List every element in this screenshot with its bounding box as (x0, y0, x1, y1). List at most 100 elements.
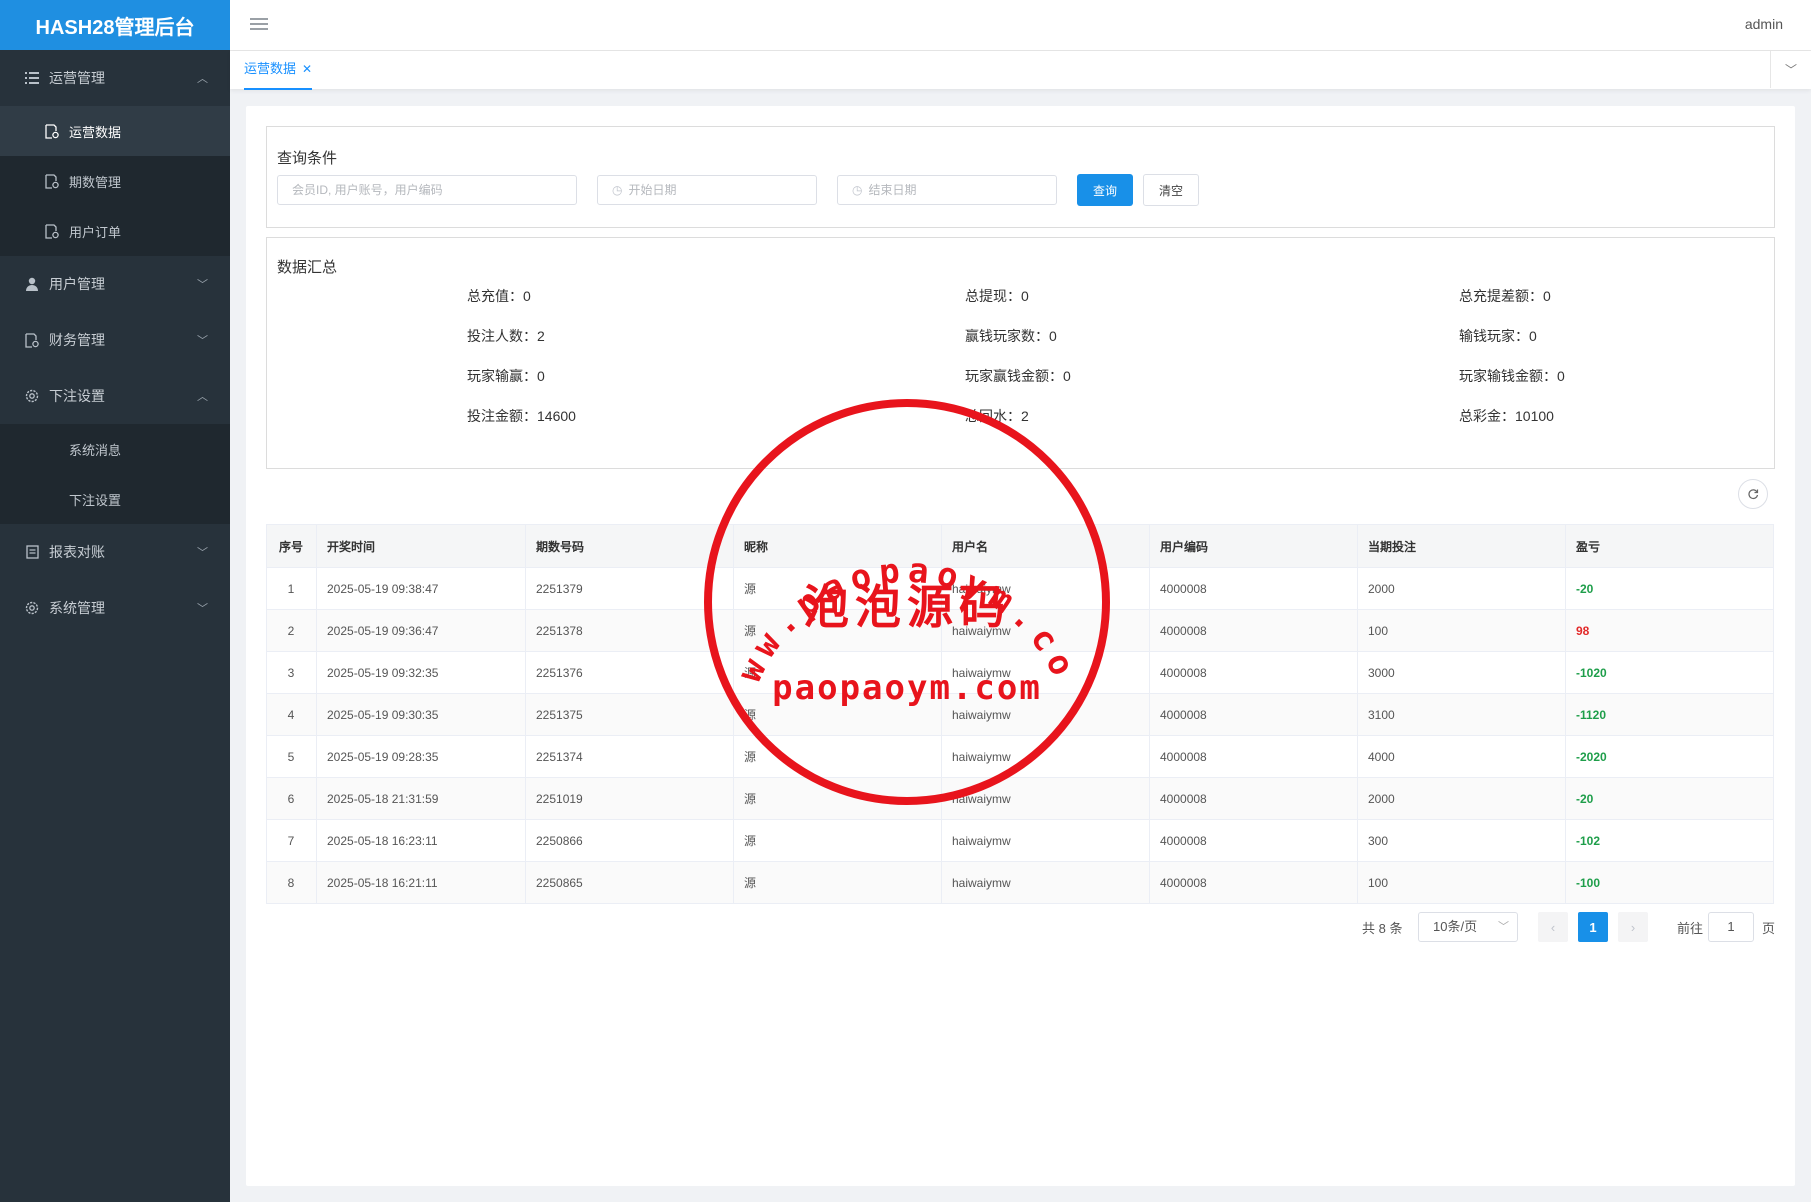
table-row[interactable]: 5 2025-05-19 09:28:35 2251374 源 haiwaiymw 400… (266, 735, 1774, 778)
col-header-profit-loss[interactable]: 盈亏 (1565, 524, 1774, 568)
cell-username: haiwaiymw (941, 777, 1150, 820)
cell-bet: 2000 (1357, 567, 1566, 610)
cell-profit-loss: -102 (1565, 819, 1774, 862)
cell-period: 2251379 (525, 567, 734, 610)
chevron-down-icon: ﹀ (197, 335, 208, 347)
search-button[interactable]: 查询 (1077, 174, 1133, 206)
col-header-draw-time[interactable]: 开奖时间 (316, 524, 526, 568)
cell-index: 8 (266, 861, 317, 904)
chevron-down-icon[interactable]: ﹀ (1770, 51, 1811, 88)
menu-head-finance[interactable]: 财务管理 ﹀ (0, 312, 230, 368)
menu-label: 系统管理 (49, 600, 105, 616)
page-size-value: 10条/页 (1433, 919, 1478, 934)
stat-total-withdraw: 总提现：0 (965, 288, 1029, 304)
main-content: 查询条件 会员ID, 用户账号，用户编码 ◷ 开始日期 ◷ 结束日期 查询 清空 数… (246, 106, 1795, 1186)
menu-group-operations: 运营管理 ︿ 运营数据 期数管理 用户订单 (0, 50, 230, 256)
member-search-input[interactable]: 会员ID, 用户账号，用户编码 (277, 175, 577, 205)
start-date-input[interactable]: ◷ 开始日期 (597, 175, 817, 205)
col-header-bet[interactable]: 当期投注 (1357, 524, 1566, 568)
app-logo[interactable]: HASH28管理后台 (0, 0, 230, 50)
chevron-up-icon: ︿ (197, 391, 208, 403)
next-page-button[interactable]: › (1618, 912, 1648, 942)
table-row[interactable]: 7 2025-05-18 16:23:11 2250866 源 haiwaiymw 400… (266, 819, 1774, 862)
cell-draw-time: 2025-05-19 09:28:35 (316, 735, 526, 778)
cell-user-code: 4000008 (1149, 693, 1358, 736)
menu-head-reports[interactable]: 报表对账 ﹀ (0, 524, 230, 580)
cell-period: 2250866 (525, 819, 734, 862)
page-number-button[interactable]: 1 (1578, 912, 1608, 942)
cell-draw-time: 2025-05-19 09:38:47 (316, 567, 526, 610)
cell-username: haiwaiymw (941, 651, 1150, 694)
page-size-select[interactable]: 10条/页 ﹀ (1418, 912, 1518, 942)
goto-page-input[interactable]: 1 (1708, 912, 1754, 942)
end-date-input[interactable]: ◷ 结束日期 (837, 175, 1057, 205)
table-row[interactable]: 2 2025-05-19 09:36:47 2251378 源 haiwaiymw 400… (266, 609, 1774, 652)
cell-username: haiwaiymw (941, 735, 1150, 778)
table-row[interactable]: 3 2025-05-19 09:32:35 2251376 源 haiwaiymw 400… (266, 651, 1774, 694)
cell-draw-time: 2025-05-19 09:30:35 (316, 693, 526, 736)
sidebar-item-bet-settings[interactable]: 下注设置 (0, 474, 230, 524)
cell-username: haiwaiymw (941, 609, 1150, 652)
menu-group-bet-settings: 下注设置 ︿ 系统消息 下注设置 (0, 368, 230, 524)
sidebar-item-operations-data[interactable]: 运营数据 (0, 106, 230, 156)
cell-nickname: 源 (733, 777, 942, 820)
stat-player-loss-amount: 玩家输钱金额：0 (1459, 368, 1565, 384)
chevron-down-icon: ﹀ (197, 603, 208, 615)
hamburger-menu-icon[interactable] (250, 15, 268, 33)
cell-nickname: 源 (733, 609, 942, 652)
cell-profit-loss: 98 (1565, 609, 1774, 652)
menu-head-user-management[interactable]: 用户管理 ﹀ (0, 256, 230, 312)
cell-period: 2251376 (525, 651, 734, 694)
table-row[interactable]: 1 2025-05-19 09:38:47 2251379 源 haiwaiymw 400… (266, 567, 1774, 610)
cell-bet: 300 (1357, 819, 1566, 862)
sidebar: HASH28管理后台 运营管理 ︿ 运营数据 期数管理 用户订单 用户管理 ﹀ … (0, 0, 230, 1202)
gear-icon (24, 388, 40, 404)
cell-period: 2251375 (525, 693, 734, 736)
cell-user-code: 4000008 (1149, 777, 1358, 820)
close-icon[interactable]: ✕ (302, 62, 312, 76)
report-icon (24, 544, 40, 560)
cell-profit-loss: -1020 (1565, 651, 1774, 694)
col-header-username[interactable]: 用户名 (941, 524, 1150, 568)
top-bar: admin (230, 0, 1811, 51)
cell-period: 2251378 (525, 609, 734, 652)
sidebar-item-system-messages[interactable]: 系统消息 (0, 424, 230, 474)
col-header-nickname[interactable]: 昵称 (733, 524, 942, 568)
refresh-icon[interactable] (1738, 479, 1768, 509)
stat-recharge-withdraw-diff: 总充提差额：0 (1459, 288, 1551, 304)
cell-draw-time: 2025-05-18 16:21:11 (316, 861, 526, 904)
cell-bet: 3000 (1357, 651, 1566, 694)
cell-index: 5 (266, 735, 317, 778)
query-panel: 查询条件 会员ID, 用户账号，用户编码 ◷ 开始日期 ◷ 结束日期 查询 清空 (266, 126, 1775, 228)
clock-icon: ◷ (852, 183, 863, 197)
menu-head-system[interactable]: 系统管理 ﹀ (0, 580, 230, 636)
cell-period: 2251374 (525, 735, 734, 778)
menu-head-bet-settings[interactable]: 下注设置 ︿ (0, 368, 230, 424)
cell-index: 6 (266, 777, 317, 820)
cell-draw-time: 2025-05-18 21:31:59 (316, 777, 526, 820)
table-row[interactable]: 4 2025-05-19 09:30:35 2251375 源 haiwaiymw 400… (266, 693, 1774, 736)
cell-username: haiwaiymw (941, 693, 1150, 736)
col-header-index[interactable]: 序号 (266, 524, 317, 568)
user-menu[interactable]: admin (1745, 16, 1783, 32)
col-header-period[interactable]: 期数号码 (525, 524, 734, 568)
sidebar-item-user-orders[interactable]: 用户订单 (0, 206, 230, 256)
total-count: 共 8 条 (1362, 921, 1403, 936)
table-row[interactable]: 6 2025-05-18 21:31:59 2251019 源 haiwaiymw 400… (266, 777, 1774, 820)
cell-draw-time: 2025-05-18 16:23:11 (316, 819, 526, 862)
tab-operations-data[interactable]: 运营数据 ✕ (244, 51, 313, 90)
prev-page-button[interactable]: ‹ (1538, 912, 1568, 942)
menu-head-operations[interactable]: 运营管理 ︿ (0, 50, 230, 106)
cell-profit-loss: -2020 (1565, 735, 1774, 778)
chevron-down-icon: ﹀ (197, 547, 208, 559)
cell-bet: 100 (1357, 609, 1566, 652)
sidebar-item-period-management[interactable]: 期数管理 (0, 156, 230, 206)
stat-total-bonus: 总彩金：10100 (1459, 408, 1554, 424)
stat-bettor-count: 投注人数：2 (467, 328, 545, 344)
col-header-user-code[interactable]: 用户编码 (1149, 524, 1358, 568)
table-row[interactable]: 8 2025-05-18 16:21:11 2250865 源 haiwaiymw 400… (266, 861, 1774, 904)
cell-username: haiwaiymw (941, 567, 1150, 610)
clear-button[interactable]: 清空 (1143, 174, 1199, 206)
query-title: 查询条件 (277, 150, 338, 167)
submenu-operations: 运营数据 期数管理 用户订单 (0, 106, 230, 256)
